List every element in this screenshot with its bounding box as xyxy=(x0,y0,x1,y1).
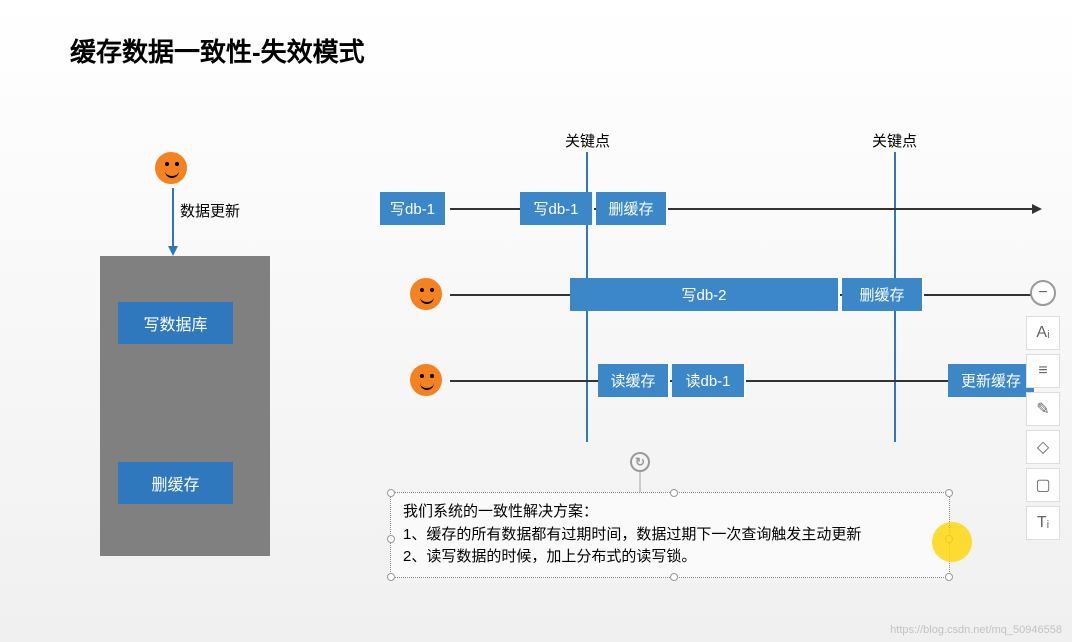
timeline-box-r0-b0: 写db-1 xyxy=(520,192,594,225)
rotate-handle-icon[interactable]: ↻ xyxy=(630,452,650,472)
slide-title: 缓存数据一致性-失效模式 xyxy=(70,32,365,69)
side-toolbar: − Aᵢ ≡ ✎ ◇ ▢ Tᵢ xyxy=(1026,280,1060,540)
timeline-box-r2-b2: 更新缓存 xyxy=(948,364,1036,397)
key-point-label-1: 关键点 xyxy=(565,130,610,151)
user-icon-row3 xyxy=(410,364,442,396)
text-style-button[interactable]: Aᵢ xyxy=(1026,316,1060,350)
highlight-circle-icon xyxy=(932,522,972,562)
timeline-box-r1-b1: 删缓存 xyxy=(842,278,924,311)
left-flow-box: 写数据库 删缓存 xyxy=(100,256,270,556)
crop-button[interactable]: ▢ xyxy=(1026,468,1060,502)
selection-handle[interactable] xyxy=(387,489,395,497)
solution-line-1: 1、缓存的所有数据都有过期时间，数据过期下一次查询触发主动更新 xyxy=(403,524,937,547)
down-arrow-icon xyxy=(172,188,174,254)
timeline-box-r2-b1: 读db-1 xyxy=(672,364,746,397)
user-icon-row2 xyxy=(410,278,442,310)
solution-line-0: 我们系统的一致性解决方案： xyxy=(403,501,937,524)
selection-handle[interactable] xyxy=(387,535,395,543)
solution-textbox[interactable]: 我们系统的一致性解决方案： 1、缓存的所有数据都有过期时间，数据过期下一次查询触… xyxy=(390,492,950,578)
timeline-box-r1-b0: 写db-2 xyxy=(570,278,840,311)
timeline-box-r0-b1: 删缓存 xyxy=(596,192,668,225)
pen-button[interactable]: ✎ xyxy=(1026,392,1060,426)
delete-cache-box: 删缓存 xyxy=(118,462,233,504)
timeline-box-r2-b0: 读缓存 xyxy=(598,364,670,397)
solution-line-2: 2、读写数据的时候，加上分布式的读写锁。 xyxy=(403,546,937,569)
write-db-box: 写数据库 xyxy=(118,302,233,344)
minus-button[interactable]: − xyxy=(1030,280,1056,306)
text-button[interactable]: Tᵢ xyxy=(1026,506,1060,540)
watermark-text: https://blog.csdn.net/mq_50946558 xyxy=(890,624,1062,636)
shape-button[interactable]: ◇ xyxy=(1026,430,1060,464)
update-label: 数据更新 xyxy=(180,200,240,221)
selection-handle[interactable] xyxy=(670,489,678,497)
selection-handle[interactable] xyxy=(945,489,953,497)
key-point-label-2: 关键点 xyxy=(872,130,917,151)
selection-handle[interactable] xyxy=(670,573,678,581)
row1-box1: 写db-1 xyxy=(380,192,447,225)
selection-handle[interactable] xyxy=(945,573,953,581)
user-icon xyxy=(155,152,187,184)
selection-handle[interactable] xyxy=(387,573,395,581)
layers-button[interactable]: ≡ xyxy=(1026,354,1060,388)
rotate-handle-line xyxy=(639,472,641,492)
